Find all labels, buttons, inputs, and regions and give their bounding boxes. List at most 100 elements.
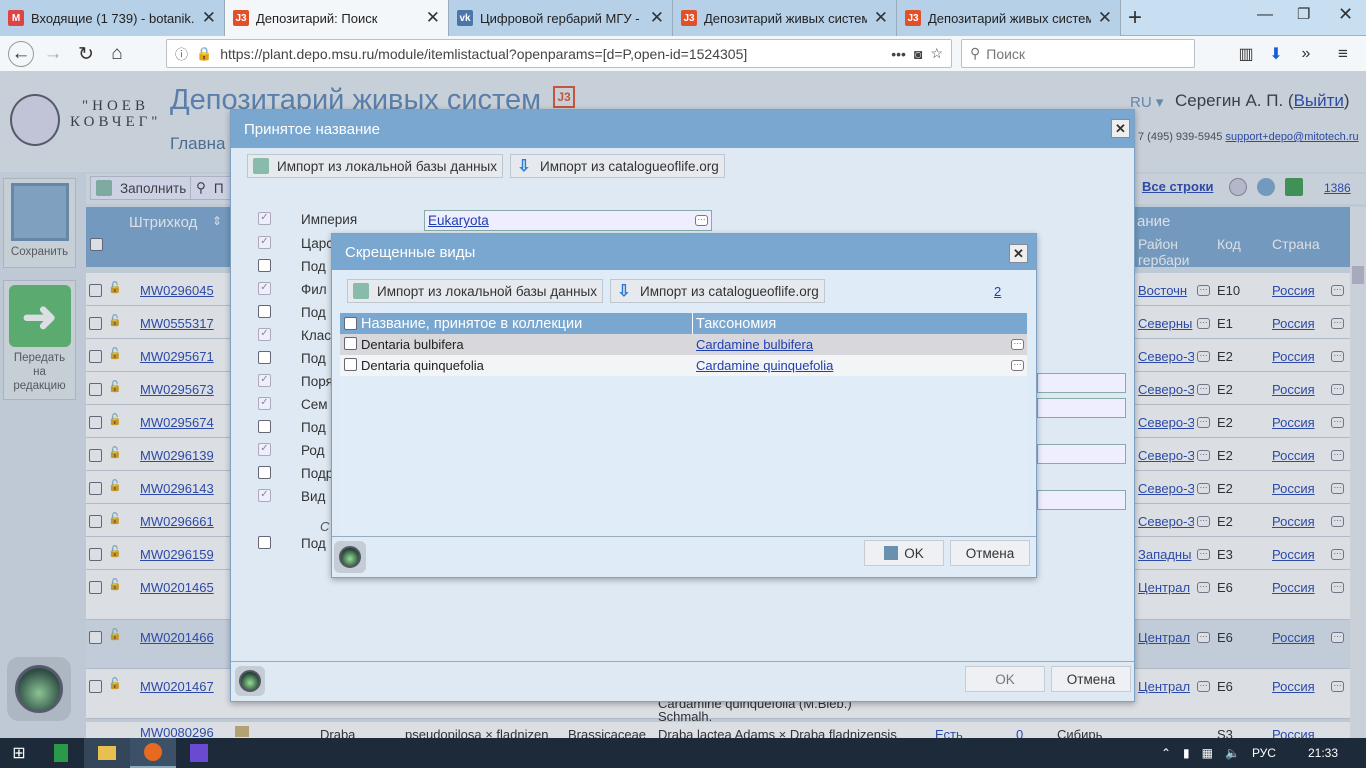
row-checkbox[interactable] (344, 337, 357, 350)
row-count-link[interactable]: 2 (994, 284, 1001, 299)
rank-checkbox[interactable] (258, 420, 271, 433)
file-explorer-icon[interactable] (84, 738, 130, 768)
reload-icon[interactable]: ↻ (73, 41, 99, 67)
clock[interactable]: 21:33 (1308, 746, 1338, 760)
rank-input-4[interactable] (1037, 490, 1126, 510)
restore-window-icon[interactable]: ❐ (1297, 5, 1310, 23)
rank-checkbox[interactable]: ✓ (258, 212, 271, 225)
rank-checkbox[interactable]: ✓ (258, 397, 271, 410)
import-catalogueoflife-button[interactable]: ⇩ Импорт из catalogueoflife.org (610, 279, 825, 303)
browser-search-box[interactable]: ⚲ Поиск (961, 39, 1195, 68)
tab-herbarium[interactable]: vk Цифровой гербарий МГУ - M ✕ (449, 0, 673, 36)
minimize-window-icon[interactable]: — (1257, 6, 1273, 24)
rank-checkbox[interactable] (258, 466, 271, 479)
taxonomy-link[interactable]: Cardamine quinquefolia (696, 358, 833, 373)
firefox-icon[interactable] (130, 738, 176, 768)
taxonomy-link[interactable]: Cardamine bulbifera (696, 337, 813, 352)
tab-depo-1[interactable]: J3 Депозитарий живых систем ✕ (673, 0, 897, 36)
ellipsis-icon[interactable]: ··· (695, 215, 708, 226)
tab-depo-search[interactable]: J3 Депозитарий: Поиск ✕ (225, 0, 449, 36)
menu-icon[interactable]: ≡ (1330, 41, 1356, 67)
select-all-checkbox[interactable] (344, 317, 357, 330)
rank-checkbox[interactable] (258, 536, 271, 549)
lamp-button[interactable] (334, 541, 366, 573)
dialog-title: Скрещенные виды (345, 243, 476, 261)
close-icon[interactable]: ✕ (874, 8, 888, 28)
rank-label: Род (301, 443, 325, 458)
crossed-species-dialog: Скрещенные виды ✕ Импорт из локальной ба… (331, 233, 1037, 578)
pocket-icon[interactable]: ◙ (914, 46, 922, 62)
tray-chevron-icon[interactable]: ⌃ (1161, 746, 1171, 760)
windows-start-icon[interactable]: ⊞ (0, 738, 38, 768)
ok-button[interactable]: OK (965, 666, 1045, 692)
url-bar[interactable]: ⓘ 🔒 https://plant.depo.msu.ru/module/ite… (166, 39, 952, 68)
search-icon: ⚲ (970, 45, 981, 61)
info-icon[interactable]: ⓘ (175, 44, 188, 63)
close-icon[interactable]: ✕ (1098, 8, 1112, 28)
download-arrow-icon: ⇩ (617, 283, 631, 300)
header-taxonomy[interactable]: Таксономия (696, 316, 776, 332)
reader-icon[interactable]: ▥ (1233, 41, 1259, 67)
ellipsis-icon[interactable]: ··· (1011, 360, 1024, 371)
import-local-db-button[interactable]: Импорт из локальной базы данных (347, 279, 604, 303)
import-catalogueoflife-button[interactable]: ⇩ Импорт из catalogueoflife.org (510, 154, 725, 178)
rank-input-1[interactable] (1037, 373, 1126, 393)
tab-depo-2[interactable]: J3 Депозитарий живых систем ✕ (897, 0, 1121, 36)
page-actions-icon[interactable]: ••• (891, 46, 906, 62)
row-checkbox[interactable] (344, 358, 357, 371)
dialog-title: Принятое название (244, 120, 380, 138)
save-icon (884, 546, 899, 560)
vk-icon: vk (457, 10, 473, 26)
rank-checkbox[interactable]: ✓ (258, 374, 271, 387)
empire-field[interactable]: Eukaryota ··· (424, 210, 712, 231)
rank-checkbox[interactable]: ✓ (258, 443, 271, 456)
empire-value-link[interactable]: Eukaryota (428, 213, 489, 228)
rank-checkbox[interactable]: ✓ (258, 489, 271, 502)
rank-input-2[interactable] (1037, 398, 1126, 418)
rank-checkbox[interactable]: ✓ (258, 236, 271, 249)
home-icon[interactable]: ⌂ (104, 41, 130, 67)
back-button[interactable]: ← (8, 41, 34, 67)
cancel-button[interactable]: Отмена (950, 540, 1030, 566)
rank-label: Фил (301, 282, 327, 297)
rank-label: Подр (301, 466, 334, 481)
rank-label: Под (301, 305, 326, 320)
volume-icon[interactable]: 🔈 (1225, 746, 1240, 760)
rank-checkbox[interactable] (258, 305, 271, 318)
cell-collection-name: Dentaria bulbifera (361, 337, 464, 352)
ok-button[interactable]: OK (864, 540, 944, 566)
url-text[interactable]: https://plant.depo.msu.ru/module/itemlis… (220, 46, 747, 62)
rank-input-3[interactable] (1037, 444, 1126, 464)
battery-icon[interactable]: ▮ (1183, 746, 1190, 760)
header-collection-name[interactable]: Название, принятое в коллекции (361, 316, 582, 332)
lamp-button[interactable] (235, 666, 265, 696)
cancel-button[interactable]: Отмена (1051, 666, 1131, 692)
rank-label: Под (301, 536, 326, 551)
close-icon[interactable]: ✕ (426, 8, 440, 28)
keyboard-language[interactable]: РУС (1252, 746, 1276, 760)
download-icon[interactable]: ⬇ (1263, 41, 1289, 67)
close-dialog-button[interactable]: ✕ (1111, 119, 1130, 138)
rank-label: Сем (301, 397, 328, 412)
new-tab-button[interactable]: + (1128, 4, 1142, 32)
dialog-title-bar: Принятое название (231, 110, 1134, 148)
rank-checkbox[interactable]: ✓ (258, 282, 271, 295)
close-icon[interactable]: ✕ (202, 8, 216, 28)
forward-button[interactable]: → (40, 41, 66, 67)
rank-checkbox[interactable] (258, 351, 271, 364)
close-icon[interactable]: ✕ (650, 8, 664, 28)
calculator-icon[interactable] (38, 738, 84, 768)
app-icon[interactable] (176, 738, 222, 768)
rank-checkbox[interactable]: ✓ (258, 328, 271, 341)
close-window-icon[interactable]: ✕ (1338, 4, 1353, 25)
web-page: "НОЕВ КОВЧЕГ" Депозитарий живых систем J… (0, 72, 1366, 738)
import-local-db-button[interactable]: Импорт из локальной базы данных (247, 154, 504, 178)
network-icon[interactable]: ▦ (1202, 746, 1213, 760)
bookmark-star-icon[interactable]: ☆ (930, 45, 943, 62)
tab-gmail[interactable]: M Входящие (1 739) - botanik.ser ✕ (0, 0, 225, 36)
ellipsis-icon[interactable]: ··· (1011, 339, 1024, 350)
close-dialog-button[interactable]: ✕ (1009, 244, 1028, 263)
database-icon (353, 283, 369, 299)
rank-checkbox[interactable] (258, 259, 271, 272)
overflow-icon[interactable]: » (1293, 41, 1319, 67)
